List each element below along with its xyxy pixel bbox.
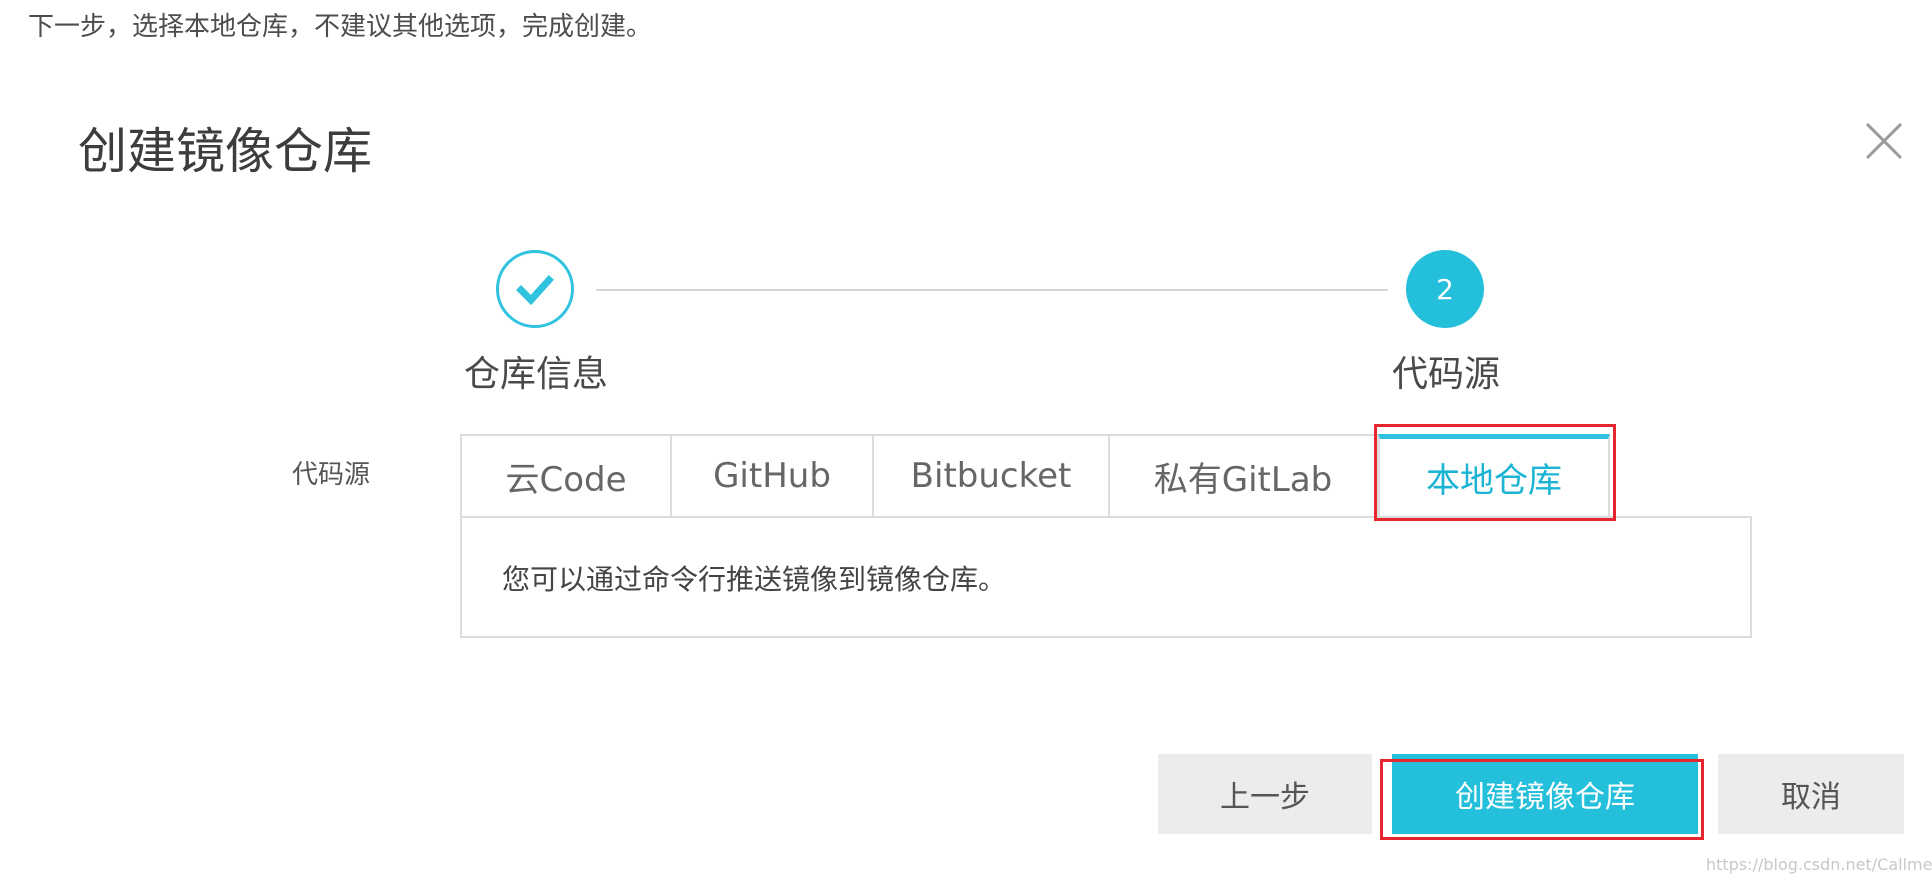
tab-label: GitHub [713, 456, 831, 496]
step-connector-line [596, 289, 1388, 291]
tab-yun-code[interactable]: 云Code [460, 434, 672, 516]
check-icon [516, 275, 554, 306]
tab-label: 云Code [505, 459, 627, 500]
tab-github[interactable]: GitHub [672, 434, 874, 516]
create-repo-button[interactable]: 创建镜像仓库 [1392, 754, 1698, 834]
step-1-label: 仓库信息 [464, 354, 609, 395]
tab-local-repo[interactable]: 本地仓库 [1378, 434, 1610, 516]
tab-label: Bitbucket [910, 456, 1072, 496]
tab-label: 私有GitLab [1153, 459, 1333, 500]
step-1-indicator [496, 250, 574, 328]
step-2-label: 代码源 [1392, 354, 1501, 395]
tab-bitbucket[interactable]: Bitbucket [874, 434, 1110, 516]
tab-panel: 您可以通过命令行推送镜像到镜像仓库。 [460, 516, 1752, 638]
tab-label: 本地仓库 [1426, 461, 1562, 501]
previous-step-button[interactable]: 上一步 [1158, 754, 1372, 834]
step-2-indicator: 2 [1406, 250, 1484, 328]
tab-private-gitlab[interactable]: 私有GitLab [1110, 434, 1378, 516]
close-button[interactable] [1864, 121, 1904, 161]
panel-description: 您可以通过命令行推送镜像到镜像仓库。 [502, 563, 1007, 596]
dialog-title: 创建镜像仓库 [78, 123, 373, 180]
step-2-number: 2 [1436, 272, 1454, 306]
close-icon[interactable] [1864, 121, 1904, 161]
cancel-button[interactable]: 取消 [1718, 754, 1904, 834]
intro-text: 下一步，选择本地仓库，不建议其他选项，完成创建。 [28, 12, 653, 42]
watermark: https://blog.csdn.net/Callmebig [1706, 855, 1932, 874]
source-field-label: 代码源 [292, 460, 371, 490]
